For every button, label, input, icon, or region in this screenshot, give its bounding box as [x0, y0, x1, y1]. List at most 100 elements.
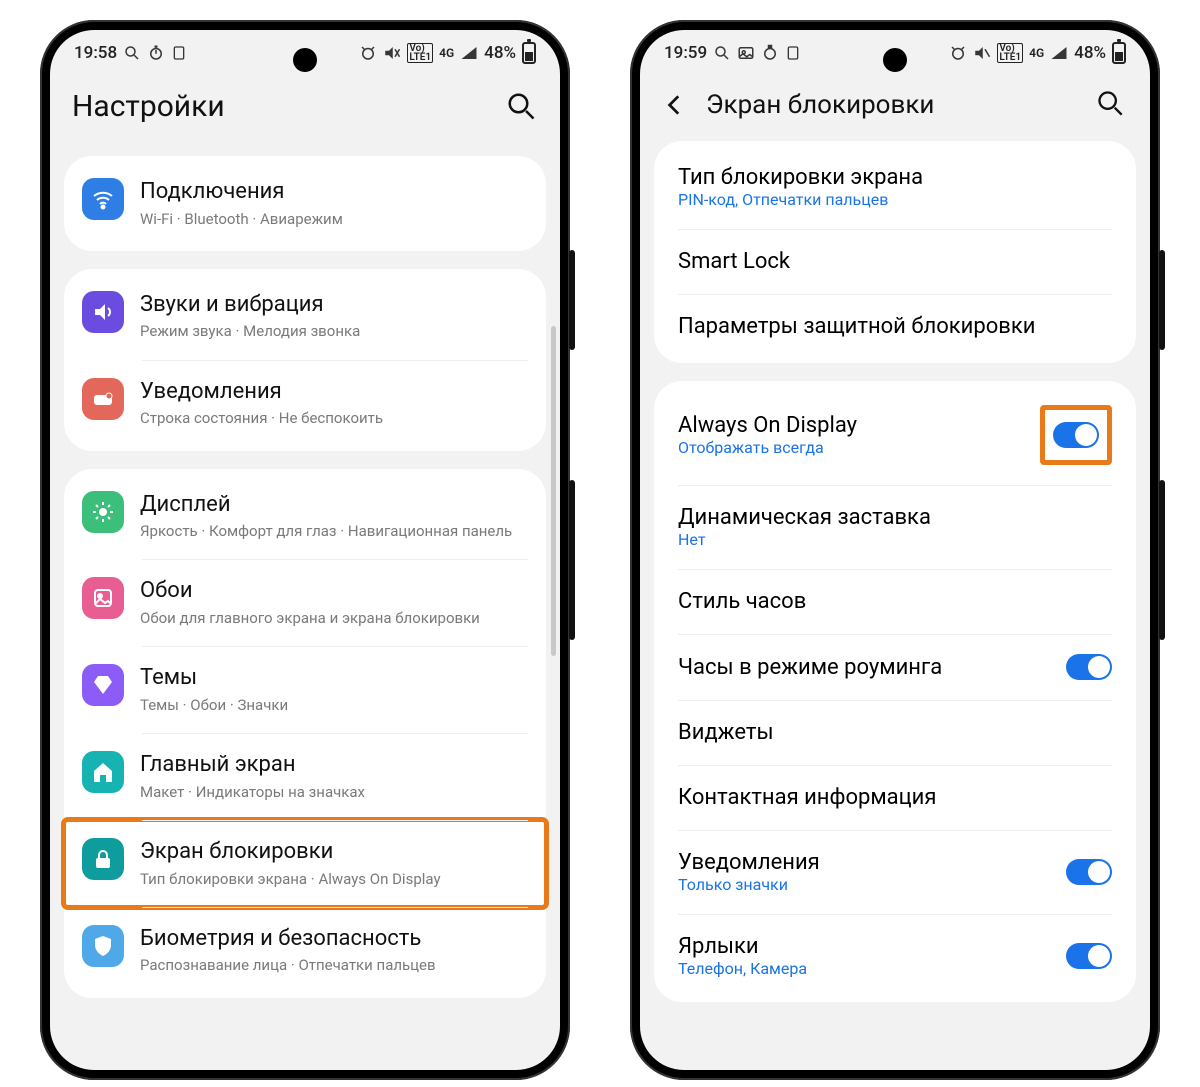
settings-row-notif[interactable]: УведомленияСтрока состояния · Не беспоко… [64, 360, 546, 447]
lock-icon [82, 838, 124, 880]
signal-icon [460, 44, 478, 62]
row-title: Динамическая заставка [678, 505, 1112, 530]
settings-row-display[interactable]: ДисплейЯркость · Комфорт для глаз · Нави… [64, 473, 546, 560]
settings-row-lock[interactable]: Экран блокировкиТип блокировки экрана · … [64, 820, 546, 907]
mute-icon [973, 44, 991, 62]
row-subtitle: Обои для главного экрана и экрана блокир… [140, 608, 528, 628]
stopwatch-icon [761, 44, 779, 62]
clock: 19:58 [74, 43, 117, 63]
alarm-icon [359, 44, 377, 62]
side-button [569, 480, 575, 640]
row-subtitle: Распознавание лица · Отпечатки пальцев [140, 955, 528, 975]
row-title: Уведомления [678, 850, 1066, 875]
battery-icon [1112, 42, 1126, 64]
header: Экран блокировки [640, 75, 1150, 141]
setting-row[interactable]: Always On DisplayОтображать всегда [654, 385, 1136, 485]
row-subtitle: Нет [678, 530, 1112, 549]
highlight-box [1040, 405, 1112, 465]
setting-row[interactable]: Виджеты [654, 700, 1136, 765]
row-title: Параметры защитной блокировки [678, 314, 1112, 339]
row-title: Главный экран [140, 751, 528, 780]
settings-row-wall[interactable]: ОбоиОбои для главного экрана и экрана бл… [64, 559, 546, 646]
setting-row[interactable]: Стиль часов [654, 569, 1136, 634]
row-subtitle: Wi-Fi · Bluetooth · Авиарежим [140, 209, 528, 229]
toggle-switch[interactable] [1066, 943, 1112, 969]
lockscreen-settings-list[interactable]: Тип блокировки экранаPIN-код, Отпечатки … [640, 141, 1150, 1002]
home-icon [82, 751, 124, 793]
setting-row[interactable]: Параметры защитной блокировки [654, 294, 1136, 359]
row-subtitle: Телефон, Камера [678, 959, 1066, 978]
setting-row[interactable]: Часы в режиме роуминга [654, 634, 1136, 700]
volte-icon: Vo)LTE1 [407, 43, 433, 63]
shield-icon [82, 925, 124, 967]
settings-row-themes[interactable]: ТемыТемы · Обои · Значки [64, 646, 546, 733]
clock: 19:59 [664, 43, 707, 63]
row-title: Виджеты [678, 720, 1112, 745]
back-button[interactable] [662, 92, 698, 118]
settings-list[interactable]: ПодключенияWi-Fi · Bluetooth · Авиарежим… [50, 156, 560, 998]
search-icon [123, 44, 141, 62]
search-button[interactable] [506, 91, 538, 123]
device-icon [785, 45, 801, 61]
themes-icon [82, 664, 124, 706]
row-title: Экран блокировки [140, 838, 528, 867]
scrollbar[interactable] [551, 326, 556, 656]
battery-icon [522, 42, 536, 64]
camera-hole [883, 48, 907, 72]
row-subtitle: Режим звука · Мелодия звонка [140, 321, 528, 341]
settings-row-wifi[interactable]: ПодключенияWi-Fi · Bluetooth · Авиарежим [64, 160, 546, 247]
row-title: Контактная информация [678, 785, 1112, 810]
settings-group: Тип блокировки экранаPIN-код, Отпечатки … [654, 141, 1136, 363]
volte-icon: Vo)LTE1 [997, 43, 1023, 63]
picture-icon [737, 44, 755, 62]
side-button [1159, 480, 1165, 640]
settings-group: ДисплейЯркость · Комфорт для глаз · Нави… [64, 469, 546, 998]
settings-row-shield[interactable]: Биометрия и безопасностьРаспознавание ли… [64, 907, 546, 994]
notif-icon [82, 378, 124, 420]
alarm-icon [949, 44, 967, 62]
settings-row-sound[interactable]: Звуки и вибрацияРежим звука · Мелодия зв… [64, 273, 546, 360]
page-title: Настройки [72, 89, 506, 124]
toggle-switch[interactable] [1053, 422, 1099, 448]
row-title: Smart Lock [678, 249, 1112, 274]
setting-row[interactable]: Динамическая заставкаНет [654, 485, 1136, 569]
row-title: Уведомления [140, 378, 528, 407]
sound-icon [82, 291, 124, 333]
settings-row-home[interactable]: Главный экранМакет · Индикаторы на значк… [64, 733, 546, 820]
wall-icon [82, 577, 124, 619]
network-icon: 4G [1029, 46, 1044, 60]
row-title: Звуки и вибрация [140, 291, 528, 320]
battery-pct: 48% [484, 43, 516, 63]
row-title: Подключения [140, 178, 528, 207]
page-title: Экран блокировки [706, 90, 1096, 120]
setting-row[interactable]: УведомленияТолько значки [654, 830, 1136, 914]
wifi-icon [82, 178, 124, 220]
mute-icon [383, 44, 401, 62]
row-subtitle: Тип блокировки экрана · Always On Displa… [140, 869, 528, 889]
row-subtitle: Строка состояния · Не беспокоить [140, 408, 528, 428]
setting-row[interactable]: Контактная информация [654, 765, 1136, 830]
device-icon [171, 45, 187, 61]
row-title: Always On Display [678, 413, 1032, 438]
setting-row[interactable]: Тип блокировки экранаPIN-код, Отпечатки … [654, 145, 1136, 229]
row-subtitle: Темы · Обои · Значки [140, 695, 528, 715]
settings-group: ПодключенияWi-Fi · Bluetooth · Авиарежим [64, 156, 546, 251]
search-button[interactable] [1096, 89, 1128, 121]
row-title: Темы [140, 664, 528, 693]
toggle-switch[interactable] [1066, 654, 1112, 680]
side-button [1159, 250, 1165, 350]
setting-row[interactable]: ЯрлыкиТелефон, Камера [654, 914, 1136, 998]
row-subtitle: Отображать всегда [678, 438, 1032, 457]
battery-pct: 48% [1074, 43, 1106, 63]
display-icon [82, 491, 124, 533]
row-subtitle: Макет · Индикаторы на значках [140, 782, 528, 802]
signal-icon [1050, 44, 1068, 62]
phone-left: 19:58 Vo)LTE1 4G 48% Настройки [40, 20, 570, 1080]
side-button [569, 250, 575, 350]
toggle-switch[interactable] [1066, 859, 1112, 885]
row-title: Часы в режиме роуминга [678, 655, 1066, 680]
row-title: Биометрия и безопасность [140, 925, 528, 954]
setting-row[interactable]: Smart Lock [654, 229, 1136, 294]
header: Настройки [50, 75, 560, 156]
search-icon [713, 44, 731, 62]
